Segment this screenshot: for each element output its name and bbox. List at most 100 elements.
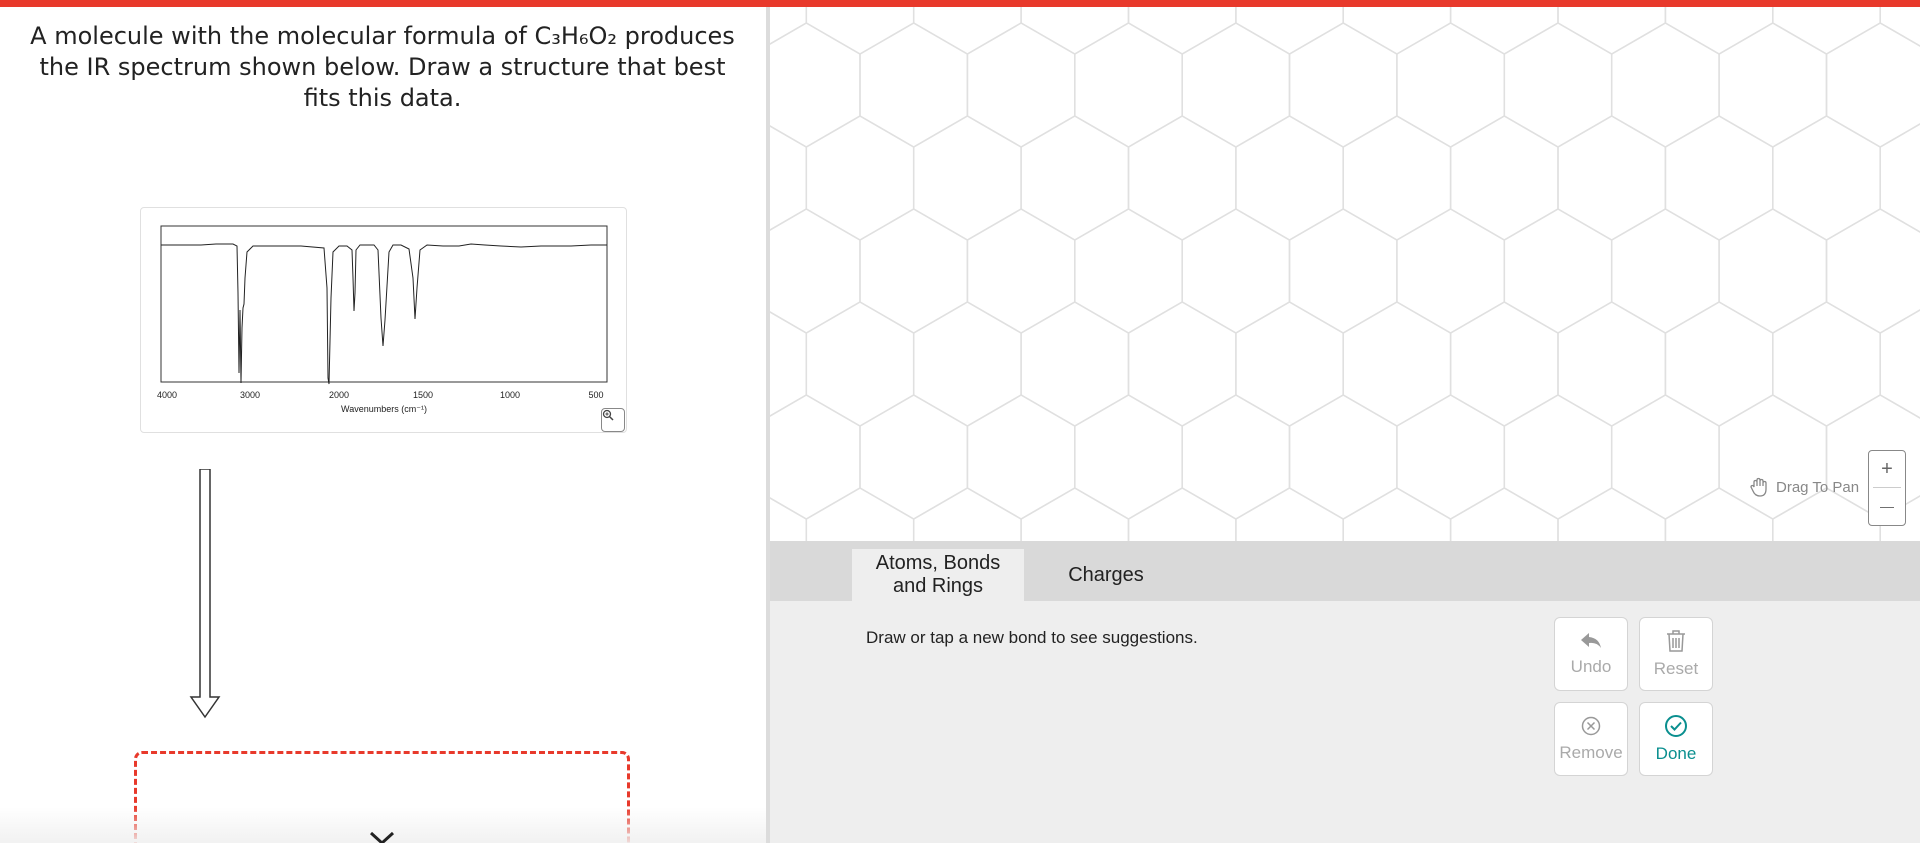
- hex-cell: [1557, 487, 1667, 541]
- hex-cell: [1181, 208, 1291, 334]
- hex-cell: [1288, 394, 1398, 520]
- reset-button[interactable]: Reset: [1639, 617, 1713, 691]
- hex-cell: [1610, 22, 1720, 148]
- hex-cell: [966, 22, 1076, 148]
- hex-cell: [1449, 7, 1559, 55]
- hex-cell: [1127, 115, 1237, 241]
- hex-cell: [1396, 394, 1506, 520]
- hex-cell: [1879, 7, 1920, 47]
- hex-cell: [1718, 394, 1828, 520]
- tick-label-3000: 3000: [240, 390, 260, 400]
- hex-cell: [1074, 208, 1183, 334]
- tab-atoms-bonds-rings[interactable]: Atoms, Bonds and Rings: [852, 549, 1024, 601]
- hex-cell: [1557, 7, 1667, 55]
- hex-cell: [966, 208, 1076, 334]
- hex-cell: [770, 22, 861, 148]
- hex-cell: [1718, 22, 1828, 148]
- hex-cell: [1825, 208, 1920, 334]
- hex-cell: [770, 125, 808, 231]
- hex-cell: [1664, 115, 1774, 241]
- undo-button[interactable]: Undo: [1554, 617, 1628, 691]
- suggestion-hint: Draw or tap a new bond to see suggestion…: [866, 628, 1198, 647]
- question-pane: A molecule with the molecular formula of…: [0, 7, 766, 843]
- undo-label: Undo: [1570, 657, 1612, 676]
- hex-cell: [966, 394, 1076, 520]
- spectrum-zoom-button[interactable]: [601, 408, 625, 432]
- spectrum-frame: [160, 225, 608, 383]
- hex-cell: [1557, 301, 1667, 427]
- hex-cell: [1288, 22, 1398, 148]
- hex-cell: [912, 487, 1022, 541]
- x-axis-label: Wavenumbers (cm⁻¹): [341, 404, 427, 414]
- hex-cell: [805, 487, 915, 541]
- hex-cell: [770, 497, 808, 541]
- hex-cell: [1342, 487, 1452, 541]
- hex-cell: [1825, 22, 1920, 148]
- hex-cell: [1020, 7, 1130, 55]
- hex-cell: [1503, 208, 1613, 334]
- hex-cell: [1127, 301, 1237, 427]
- tick-label-500: 500: [588, 390, 603, 400]
- zoom-out-button[interactable]: —: [1869, 488, 1905, 524]
- zoom-in-button[interactable]: +: [1869, 451, 1905, 487]
- hex-cell: [1557, 115, 1667, 241]
- ir-spectrum-chart: 4000 3000 2000 1500 1000 500 Wavenumbers…: [157, 225, 608, 414]
- hex-cell: [770, 208, 861, 334]
- hand-icon: [1750, 477, 1767, 497]
- chevron-down-icon[interactable]: [367, 829, 397, 843]
- tab-charges[interactable]: Charges: [1036, 549, 1176, 601]
- hex-cell: [1879, 309, 1920, 419]
- hex-cell: [1449, 301, 1559, 427]
- hex-cell: [1342, 301, 1452, 427]
- hex-cell: [770, 311, 808, 417]
- reset-label: Reset: [1653, 659, 1699, 678]
- hex-cell: [770, 394, 861, 520]
- hex-cell: [805, 301, 915, 427]
- tab-label-line1: Atoms, Bonds: [875, 552, 1001, 574]
- hex-cell: [1503, 22, 1613, 148]
- hex-cell: [1772, 301, 1881, 427]
- hex-cell: [1235, 115, 1344, 241]
- hex-cell: [1664, 301, 1774, 427]
- hex-cell: [1503, 394, 1613, 520]
- hex-cell: [1235, 301, 1344, 427]
- hex-cell: [1610, 208, 1720, 334]
- hex-cell: [1020, 115, 1130, 241]
- hex-cell: [912, 301, 1022, 427]
- ir-spectrum-card: 4000 3000 2000 1500 1000 500 Wavenumbers…: [140, 207, 627, 433]
- hex-cell: [912, 7, 1022, 55]
- hex-cell: [1879, 123, 1920, 233]
- tick-label-2000: 2000: [329, 390, 349, 400]
- done-button[interactable]: Done: [1639, 702, 1713, 776]
- tab-label-line2: and Rings: [892, 575, 984, 597]
- undo-icon: [1581, 633, 1601, 648]
- hex-cell: [1718, 208, 1828, 334]
- drag-to-pan-label: Drag To Pan: [1776, 478, 1860, 496]
- hex-cell: [1449, 487, 1559, 541]
- hex-cell: [1127, 487, 1237, 541]
- hex-cell: [1772, 115, 1881, 241]
- hex-cell: [1342, 115, 1452, 241]
- down-arrow-icon: [189, 469, 221, 719]
- drawing-canvas[interactable]: [770, 7, 1920, 541]
- hex-cell: [805, 115, 915, 241]
- hex-cell: [1181, 394, 1291, 520]
- remove-icon: [1581, 716, 1601, 736]
- hex-cell: [1772, 7, 1881, 55]
- spectrum-trace: [161, 243, 607, 385]
- tools-tab-bar: Atoms, Bonds and Rings Charges: [770, 541, 1920, 601]
- tab-charges-label: Charges: [1068, 563, 1144, 586]
- tools-panel: Atoms, Bonds and Rings Charges Draw or t…: [770, 541, 1920, 843]
- hex-cell: [1181, 22, 1291, 148]
- hex-cell: [770, 7, 808, 45]
- hex-cell: [1610, 394, 1720, 520]
- hex-cell: [1342, 7, 1452, 55]
- hex-cell: [1664, 7, 1774, 55]
- hex-cell: [1074, 22, 1183, 148]
- remove-button[interactable]: Remove: [1554, 702, 1628, 776]
- tab-atoms-bonds-rings-label: Atoms, Bonds and Rings: [876, 552, 1001, 598]
- hex-cell: [912, 115, 1022, 241]
- hex-cell: [1449, 115, 1559, 241]
- hex-cell: [1127, 7, 1237, 55]
- zoom-icon: [602, 409, 614, 421]
